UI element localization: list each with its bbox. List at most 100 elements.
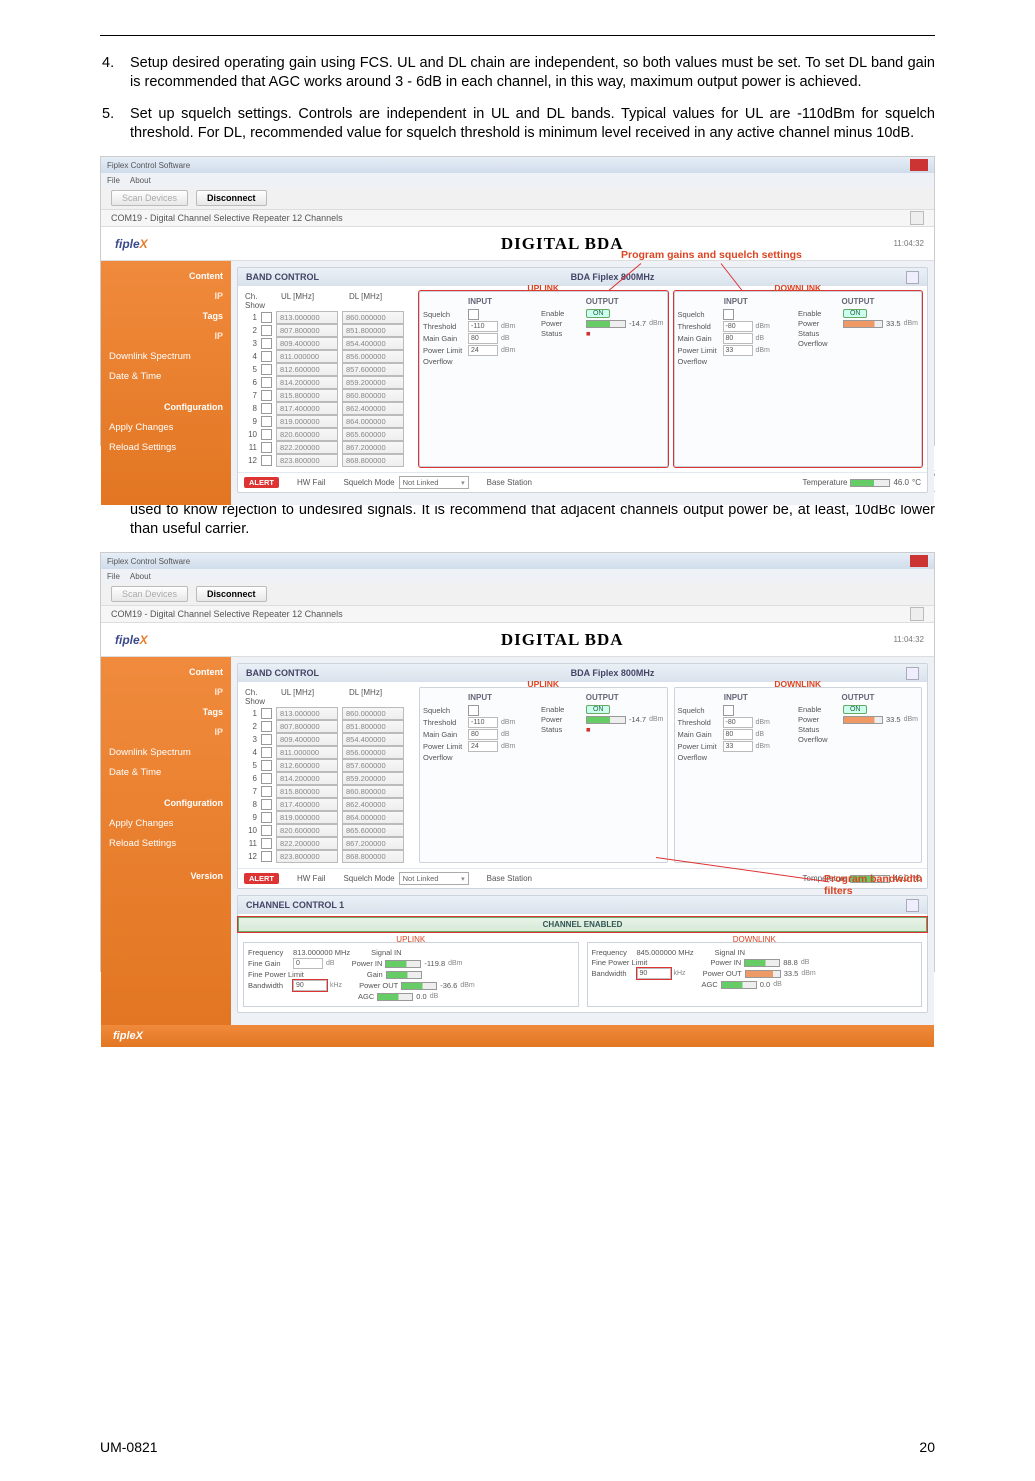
ul-freq-field[interactable]: 823.800000	[276, 454, 338, 467]
enable-toggle[interactable]: ON	[586, 705, 611, 714]
disconnect-button[interactable]: Disconnect	[196, 190, 267, 206]
threshold-field[interactable]: -110	[468, 321, 498, 332]
enable-toggle[interactable]: ON	[586, 309, 611, 318]
collapse-icon[interactable]	[906, 271, 919, 284]
sidebar-item[interactable]: Configuration	[105, 794, 227, 814]
channel-checkbox[interactable]	[261, 455, 272, 466]
sidebar-item[interactable]: Date & Time	[105, 763, 227, 783]
ul-freq-field[interactable]: 822.200000	[276, 837, 338, 850]
channel-checkbox[interactable]	[261, 851, 272, 862]
dl-freq-field[interactable]: 859.200000	[342, 376, 404, 389]
sidebar-item[interactable]: Reload Settings	[105, 438, 227, 458]
dl-freq-field[interactable]: 859.200000	[342, 772, 404, 785]
squelch-mode-select[interactable]: Not Linked	[399, 476, 469, 489]
power-limit-field[interactable]: 33	[723, 345, 753, 356]
sidebar-item[interactable]: Content	[105, 267, 227, 287]
sidebar-item[interactable]: Reload Settings	[105, 834, 227, 854]
channel-checkbox[interactable]	[261, 773, 272, 784]
dl-freq-field[interactable]: 851.800000	[342, 720, 404, 733]
sidebar-item[interactable]: IP	[105, 683, 227, 703]
ul-freq-field[interactable]: 813.000000	[276, 707, 338, 720]
menu-file[interactable]: File	[107, 176, 120, 185]
enable-toggle[interactable]: ON	[843, 309, 868, 318]
sidebar-item[interactable]: Tags	[105, 703, 227, 723]
dl-freq-field[interactable]: 854.400000	[342, 733, 404, 746]
ul-freq-field[interactable]: 814.200000	[276, 376, 338, 389]
ul-freq-field[interactable]: 807.800000	[276, 324, 338, 337]
channel-checkbox[interactable]	[261, 377, 272, 388]
channel-checkbox[interactable]	[261, 708, 272, 719]
dl-freq-field[interactable]: 860.800000	[342, 785, 404, 798]
dl-freq-field[interactable]: 854.400000	[342, 337, 404, 350]
squelch-mode-select[interactable]: Not Linked	[399, 872, 469, 885]
dl-freq-field[interactable]: 867.200000	[342, 837, 404, 850]
sidebar-item[interactable]: Date & Time	[105, 367, 227, 387]
ul-freq-field[interactable]: 809.400000	[276, 733, 338, 746]
ul-freq-field[interactable]: 812.600000	[276, 363, 338, 376]
power-limit-field[interactable]: 24	[468, 345, 498, 356]
dl-freq-field[interactable]: 860.000000	[342, 311, 404, 324]
squelch-checkbox[interactable]	[468, 309, 479, 320]
channel-checkbox[interactable]	[261, 429, 272, 440]
ul-freq-field[interactable]: 817.400000	[276, 798, 338, 811]
ul-freq-field[interactable]: 819.000000	[276, 415, 338, 428]
sidebar-item[interactable]: Content	[105, 663, 227, 683]
dropdown-icon[interactable]	[910, 211, 924, 225]
sidebar-item[interactable]: Apply Changes	[105, 418, 227, 438]
gain-field[interactable]: 80	[723, 333, 753, 344]
dl-freq-field[interactable]: 865.600000	[342, 824, 404, 837]
dl-freq-field[interactable]: 857.600000	[342, 363, 404, 376]
sidebar-item[interactable]: IP	[105, 723, 227, 743]
dl-freq-field[interactable]: 860.000000	[342, 707, 404, 720]
dl-freq-field[interactable]: 857.600000	[342, 759, 404, 772]
ul-freq-field[interactable]: 809.400000	[276, 337, 338, 350]
ul-freq-field[interactable]: 811.000000	[276, 746, 338, 759]
dl-freq-field[interactable]: 864.000000	[342, 811, 404, 824]
channel-checkbox[interactable]	[261, 442, 272, 453]
ul-freq-field[interactable]: 814.200000	[276, 772, 338, 785]
threshold-field[interactable]: -80	[723, 321, 753, 332]
channel-checkbox[interactable]	[261, 838, 272, 849]
bandwidth-select[interactable]: 90	[637, 968, 671, 979]
collapse-icon[interactable]	[906, 667, 919, 680]
disconnect-button[interactable]: Disconnect	[196, 586, 267, 602]
sidebar-item[interactable]: IP	[105, 287, 227, 307]
dl-freq-field[interactable]: 856.000000	[342, 350, 404, 363]
ul-freq-field[interactable]: 822.200000	[276, 441, 338, 454]
channel-checkbox[interactable]	[261, 338, 272, 349]
menu-about[interactable]: About	[130, 176, 151, 185]
close-icon[interactable]	[910, 555, 928, 567]
channel-checkbox[interactable]	[261, 403, 272, 414]
ul-freq-field[interactable]: 813.000000	[276, 311, 338, 324]
dl-freq-field[interactable]: 862.400000	[342, 402, 404, 415]
channel-checkbox[interactable]	[261, 312, 272, 323]
dl-freq-field[interactable]: 862.400000	[342, 798, 404, 811]
scan-button[interactable]: Scan Devices	[111, 190, 188, 206]
sidebar-item[interactable]: Configuration	[105, 398, 227, 418]
channel-checkbox[interactable]	[261, 351, 272, 362]
ul-freq-field[interactable]: 807.800000	[276, 720, 338, 733]
sidebar-item[interactable]: Downlink Spectrum	[105, 743, 227, 763]
channel-checkbox[interactable]	[261, 734, 272, 745]
scan-button[interactable]: Scan Devices	[111, 586, 188, 602]
squelch-checkbox[interactable]	[723, 309, 734, 320]
channel-checkbox[interactable]	[261, 760, 272, 771]
sidebar-item[interactable]: Downlink Spectrum	[105, 347, 227, 367]
menu-file[interactable]: File	[107, 572, 120, 581]
sidebar-item[interactable]: IP	[105, 327, 227, 347]
sidebar-item[interactable]: Tags	[105, 307, 227, 327]
ul-freq-field[interactable]: 815.800000	[276, 389, 338, 402]
collapse-icon[interactable]	[906, 899, 919, 912]
channel-checkbox[interactable]	[261, 364, 272, 375]
gain-field[interactable]: 80	[468, 333, 498, 344]
ul-freq-field[interactable]: 820.600000	[276, 428, 338, 441]
dl-freq-field[interactable]: 867.200000	[342, 441, 404, 454]
dropdown-icon[interactable]	[910, 607, 924, 621]
dl-freq-field[interactable]: 860.800000	[342, 389, 404, 402]
channel-checkbox[interactable]	[261, 747, 272, 758]
channel-checkbox[interactable]	[261, 390, 272, 401]
dl-freq-field[interactable]: 864.000000	[342, 415, 404, 428]
channel-checkbox[interactable]	[261, 786, 272, 797]
channel-enabled-bar[interactable]: CHANNEL ENABLED	[238, 917, 927, 932]
bandwidth-select[interactable]: 90	[293, 980, 327, 991]
